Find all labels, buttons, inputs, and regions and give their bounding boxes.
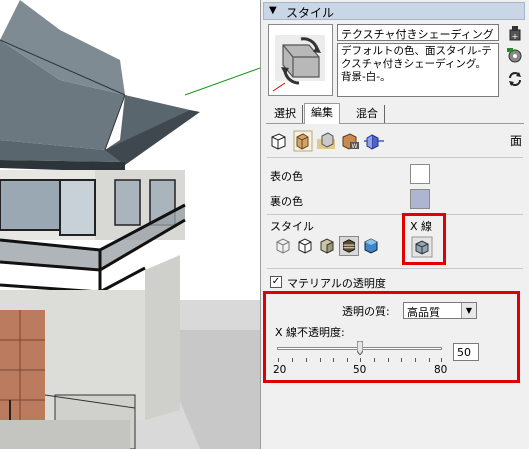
slider-tick: [347, 358, 348, 362]
model-viewport[interactable]: [0, 0, 260, 449]
create-style-icon: +: [509, 26, 521, 41]
slider-tick: [333, 358, 334, 362]
slider-tick: [306, 358, 307, 362]
transparency-quality-select[interactable]: 高品質 ▼: [403, 302, 477, 319]
xray-label: X 線: [410, 220, 433, 233]
panel-title: スタイル: [286, 6, 335, 20]
background-settings-icon[interactable]: [315, 130, 337, 152]
slider-tick: [441, 358, 442, 362]
panel-titlebar[interactable]: ▼ スタイル: [263, 2, 525, 20]
styles-panel: ▼ スタイル テクスチャ付きシェーディング デフォルトの色、面スタイル-テクスチ…: [260, 0, 529, 449]
create-style-button[interactable]: +: [506, 24, 524, 42]
tab-edit[interactable]: 編集: [304, 103, 340, 124]
back-color-label: 裏の色: [270, 195, 303, 208]
update-style-button[interactable]: [506, 46, 524, 64]
tab-select[interactable]: 選択: [268, 105, 303, 123]
slider-tick: [388, 358, 389, 362]
refresh-icon: [509, 72, 521, 86]
back-color-swatch[interactable]: [410, 189, 430, 209]
style-preview-thumbnail[interactable]: [268, 24, 333, 96]
update-style-icon: [272, 35, 325, 92]
monochrome-icon[interactable]: [361, 236, 381, 256]
chevron-down-icon[interactable]: ▼: [461, 303, 476, 318]
material-transparency-checkbox[interactable]: ✓: [270, 276, 282, 288]
face-style-icons: [273, 236, 393, 258]
xray-opacity-input[interactable]: 50: [453, 343, 479, 361]
divider: [267, 268, 523, 269]
slider-tick: [429, 358, 430, 362]
face-style-right-icon[interactable]: 面: [510, 130, 529, 152]
divider: [267, 157, 523, 158]
transparency-quality-value: 高品質: [407, 306, 440, 319]
xray-opacity-slider-thumb[interactable]: [356, 340, 364, 356]
slider-tick: [415, 358, 416, 362]
xray-toggle-icon[interactable]: [411, 236, 433, 258]
style-description-field[interactable]: デフォルトの色、面スタイル-テクスチャ付きシェーディング。背景-白-。: [337, 43, 499, 97]
transparency-quality-label: 透明の質:: [342, 305, 390, 318]
front-color-swatch[interactable]: [410, 164, 430, 184]
modeling-settings-icon[interactable]: [363, 130, 385, 152]
shaded-textures-icon[interactable]: [339, 236, 359, 256]
refresh-button[interactable]: [506, 70, 524, 88]
slider-tick: [401, 358, 402, 362]
style-name-input[interactable]: テクスチャ付きシェーディング: [337, 24, 499, 41]
slider-mid-label: 50: [353, 364, 367, 376]
house-model-scene: [0, 0, 260, 449]
slider-max-label: 80: [434, 364, 448, 376]
update-style-icon-small: [507, 48, 522, 63]
material-transparency-label: マテリアルの透明度: [287, 277, 386, 290]
front-color-label: 表の色: [270, 170, 303, 183]
slider-tick: [320, 358, 321, 362]
slider-tick: [278, 358, 279, 362]
edge-settings-icon[interactable]: [267, 130, 289, 152]
divider: [267, 214, 523, 215]
xray-opacity-label: X 線不透明度:: [275, 326, 345, 339]
panel-tabs: 選択 編集 混合: [266, 103, 524, 124]
slider-min-label: 20: [273, 364, 287, 376]
watermark-settings-icon[interactable]: W: [339, 130, 361, 152]
shaded-icon[interactable]: [317, 236, 337, 256]
style-label: スタイル: [270, 220, 314, 233]
wireframe-icon[interactable]: [273, 236, 293, 256]
tab-mix[interactable]: 混合: [350, 105, 385, 123]
slider-tick: [292, 358, 293, 362]
face-settings-icon[interactable]: [291, 130, 313, 152]
svg-text:W: W: [352, 143, 358, 150]
svg-text:+: +: [512, 32, 519, 41]
slider-tick: [374, 358, 375, 362]
slider-tick: [360, 358, 361, 362]
hidden-line-icon[interactable]: [295, 236, 315, 256]
edit-toolbar: W 面: [267, 128, 525, 154]
collapse-triangle-icon[interactable]: ▼: [269, 5, 277, 16]
